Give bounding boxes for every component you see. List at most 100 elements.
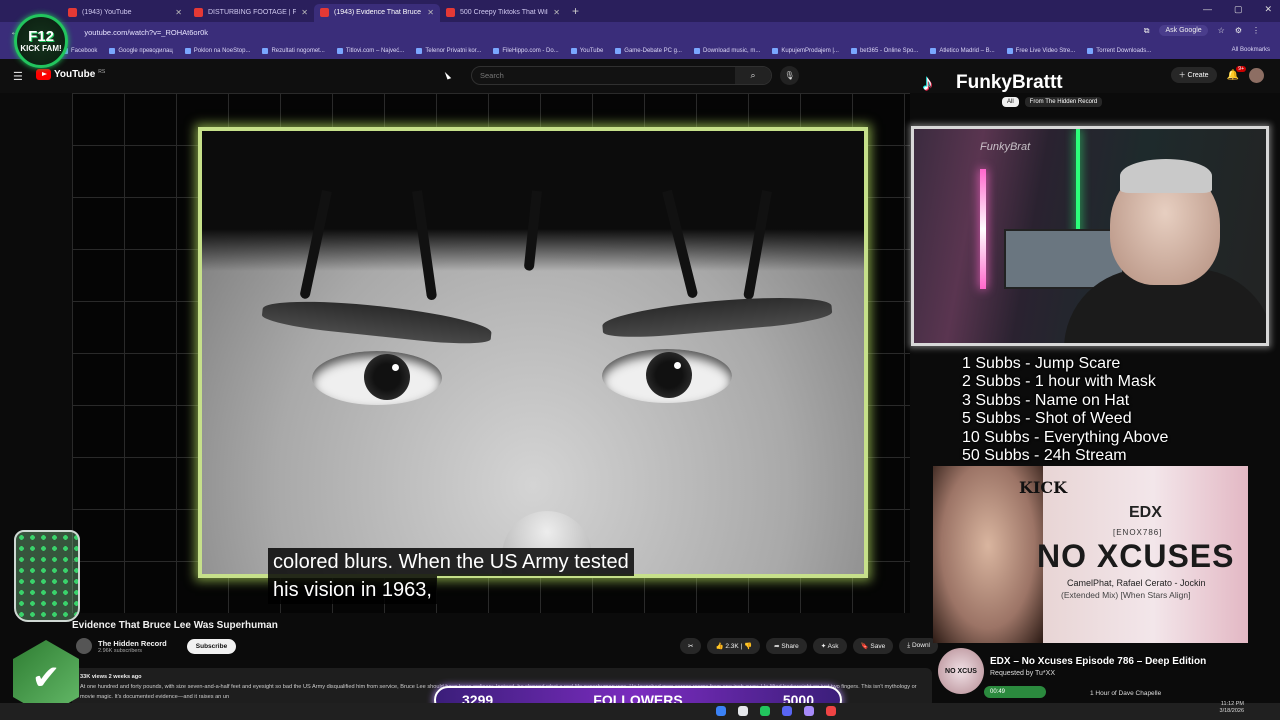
bookmark-item[interactable]: Rezultati nogomet...	[262, 48, 325, 54]
bookmark-label: Google преводилац	[118, 48, 173, 54]
channel-avatar[interactable]	[76, 638, 92, 654]
bookmark-item[interactable]: Free Live Video Stre...	[1006, 48, 1076, 54]
clip-button[interactable]: ✂	[680, 638, 702, 654]
album-artist: EDX	[1129, 504, 1162, 521]
album-show-title: NO XCUSES	[1037, 538, 1235, 574]
notification-count: 9+	[1236, 65, 1246, 72]
video-actions: ✂ 👍 2.3K | 👎 ➦ Share ✦ Ask 🔖 Save ⤓ Down…	[680, 638, 938, 654]
bookmark-label: Rezultati nogomet...	[271, 48, 325, 54]
f12-title: F12	[28, 28, 54, 45]
bookmark-label: Telenor Privatni kor...	[425, 48, 482, 54]
bookmark-label: Download music, m...	[702, 48, 761, 54]
video-title: Evidence That Bruce Lee Was Superhuman	[72, 620, 278, 631]
video-frame[interactable]	[198, 127, 868, 578]
bookmark-item[interactable]: Torrent Downloads...	[1087, 48, 1151, 54]
create-label: Create	[1187, 72, 1209, 79]
maximize-icon[interactable]: ▢	[1234, 4, 1243, 15]
bookmark-favicon-icon	[416, 48, 423, 54]
taskbar-app-icon[interactable]	[738, 706, 748, 716]
bookmark-item[interactable]: Titlovi.com – Najveć...	[336, 48, 404, 54]
new-tab-button[interactable]: +	[572, 4, 579, 18]
bookmark-label: Free Live Video Stre...	[1015, 48, 1076, 54]
bookmark-item[interactable]: bet365 - Online Spo...	[850, 48, 918, 54]
save-button[interactable]: 🔖 Save	[852, 638, 894, 654]
bookmark-favicon-icon	[184, 48, 191, 54]
chip-channel[interactable]: From The Hidden Record	[1024, 97, 1103, 107]
bookmark-item[interactable]: Telenor Privatni kor...	[416, 48, 481, 54]
menu-icon[interactable]: ⋮	[1252, 26, 1260, 35]
youtube-header-right: ＋ Create 🔔 9+	[1170, 65, 1264, 83]
windows-taskbar	[0, 703, 1280, 720]
video-subtitles: colored blurs. When the US Army tested h…	[268, 548, 634, 604]
youtube-logo[interactable]: YouTube RS	[36, 69, 105, 80]
browser-tab[interactable]: (1943) YouTube ✕	[62, 4, 188, 22]
search-button[interactable]: ⌕	[735, 67, 771, 84]
bookmark-item[interactable]: Atletico Madrid – B...	[930, 48, 995, 54]
webcam-overlay: FunkyBrat	[911, 126, 1269, 346]
like-button[interactable]: 👍 2.3K | 👎	[707, 638, 761, 654]
right-eye	[602, 349, 732, 403]
browser-tab[interactable]: 500 Creepy Tiktoks That Will M ✕	[440, 4, 566, 22]
subscribe-button[interactable]: Subscribe	[186, 638, 237, 654]
close-tab-icon[interactable]: ✕	[553, 8, 560, 17]
taskbar-app-icon[interactable]	[804, 706, 814, 716]
ask-google-button[interactable]: Ask Google	[1159, 25, 1208, 36]
search-input[interactable]: Search ⌕	[471, 66, 772, 85]
minimize-icon[interactable]: —	[1203, 4, 1212, 15]
left-iris	[364, 354, 410, 400]
bookmark-favicon-icon	[930, 48, 937, 54]
bookmark-favicon-icon	[336, 48, 343, 54]
bookmark-item[interactable]: Facebook	[62, 48, 97, 54]
bookmark-item[interactable]: YouTube	[570, 48, 603, 54]
browser-tab[interactable]: DISTURBING FOOTAGE | Found ✕	[188, 4, 314, 22]
star-icon[interactable]: ☆	[1218, 26, 1225, 35]
bookmark-label: KupujemProdajem |...	[781, 48, 839, 54]
extensions-icon[interactable]: ⚙	[1235, 26, 1242, 35]
account-avatar[interactable]	[1249, 67, 1264, 83]
tab-title: DISTURBING FOOTAGE | Found	[208, 9, 297, 16]
notifications-bell-icon[interactable]: 🔔 9+	[1227, 65, 1246, 81]
bookmark-item[interactable]: Download music, m...	[693, 48, 761, 54]
tiktok-icon: ♪	[922, 70, 933, 95]
hamburger-menu-icon[interactable]: ☰	[13, 70, 23, 83]
tab-title: (1943) YouTube	[82, 9, 132, 16]
url-field[interactable]: youtube.com/watch?v=_ROHAt6or0k	[84, 28, 208, 37]
discord-icon[interactable]	[782, 706, 792, 716]
browser-tab-active[interactable]: (1943) Evidence That Bruce ✕	[314, 3, 440, 22]
bookmark-item[interactable]: Poklon na NoeStop...	[184, 48, 251, 54]
bookmark-favicon-icon	[772, 48, 779, 54]
close-window-icon[interactable]: ✕	[1264, 4, 1272, 15]
install-icon[interactable]: ⧉	[1144, 26, 1150, 36]
sub-goal: 2 Subbs - 1 hour with Mask	[962, 373, 1156, 391]
requested-by: Requested by Tu*XX	[990, 670, 1055, 677]
album-code: [ENOX786]	[1113, 528, 1163, 537]
taskbar-app-icon[interactable]	[826, 706, 836, 716]
share-icon: ➦	[774, 643, 780, 650]
all-bookmarks-button[interactable]: All Bookmarks	[1232, 47, 1270, 53]
bookmark-item[interactable]: KupujemProdajem |...	[772, 48, 839, 54]
pink-light-bar	[980, 169, 986, 289]
spotify-icon[interactable]	[760, 706, 770, 716]
bookmark-favicon-icon	[493, 48, 500, 54]
bookmark-item[interactable]: Google преводилац	[109, 48, 173, 54]
bookmark-item[interactable]: Game-Debate PC g...	[615, 48, 682, 54]
channel-info: The Hidden Record 2.96K subscribers	[98, 639, 167, 654]
close-tab-icon[interactable]: ✕	[301, 8, 308, 17]
chip-all[interactable]: All	[1002, 97, 1019, 107]
share-button[interactable]: ➦ Share	[766, 638, 807, 654]
voice-search-icon[interactable]: 🎙	[780, 66, 799, 85]
bookmark-item[interactable]: FileHippo.com - Do...	[493, 48, 559, 54]
taskbar-browser-icon[interactable]	[716, 706, 726, 716]
ask-button[interactable]: ✦ Ask	[812, 638, 847, 654]
related-video-title[interactable]: 1 Hour of Dave Chapelle	[1090, 690, 1161, 697]
bookmark-label: Poklon na NoeStop...	[193, 48, 251, 54]
channel-name[interactable]: The Hidden Record	[98, 639, 167, 648]
download-icon: ⤓	[907, 642, 911, 649]
close-tab-icon[interactable]: ✕	[427, 8, 434, 17]
bookmark-label: Game-Debate PC g...	[624, 48, 682, 54]
save-label: Save	[870, 643, 886, 650]
bookmark-favicon-icon	[109, 48, 116, 54]
create-button[interactable]: ＋ Create	[1170, 67, 1217, 83]
thumbs-down-icon: 👎	[744, 643, 753, 650]
close-tab-icon[interactable]: ✕	[175, 8, 182, 17]
